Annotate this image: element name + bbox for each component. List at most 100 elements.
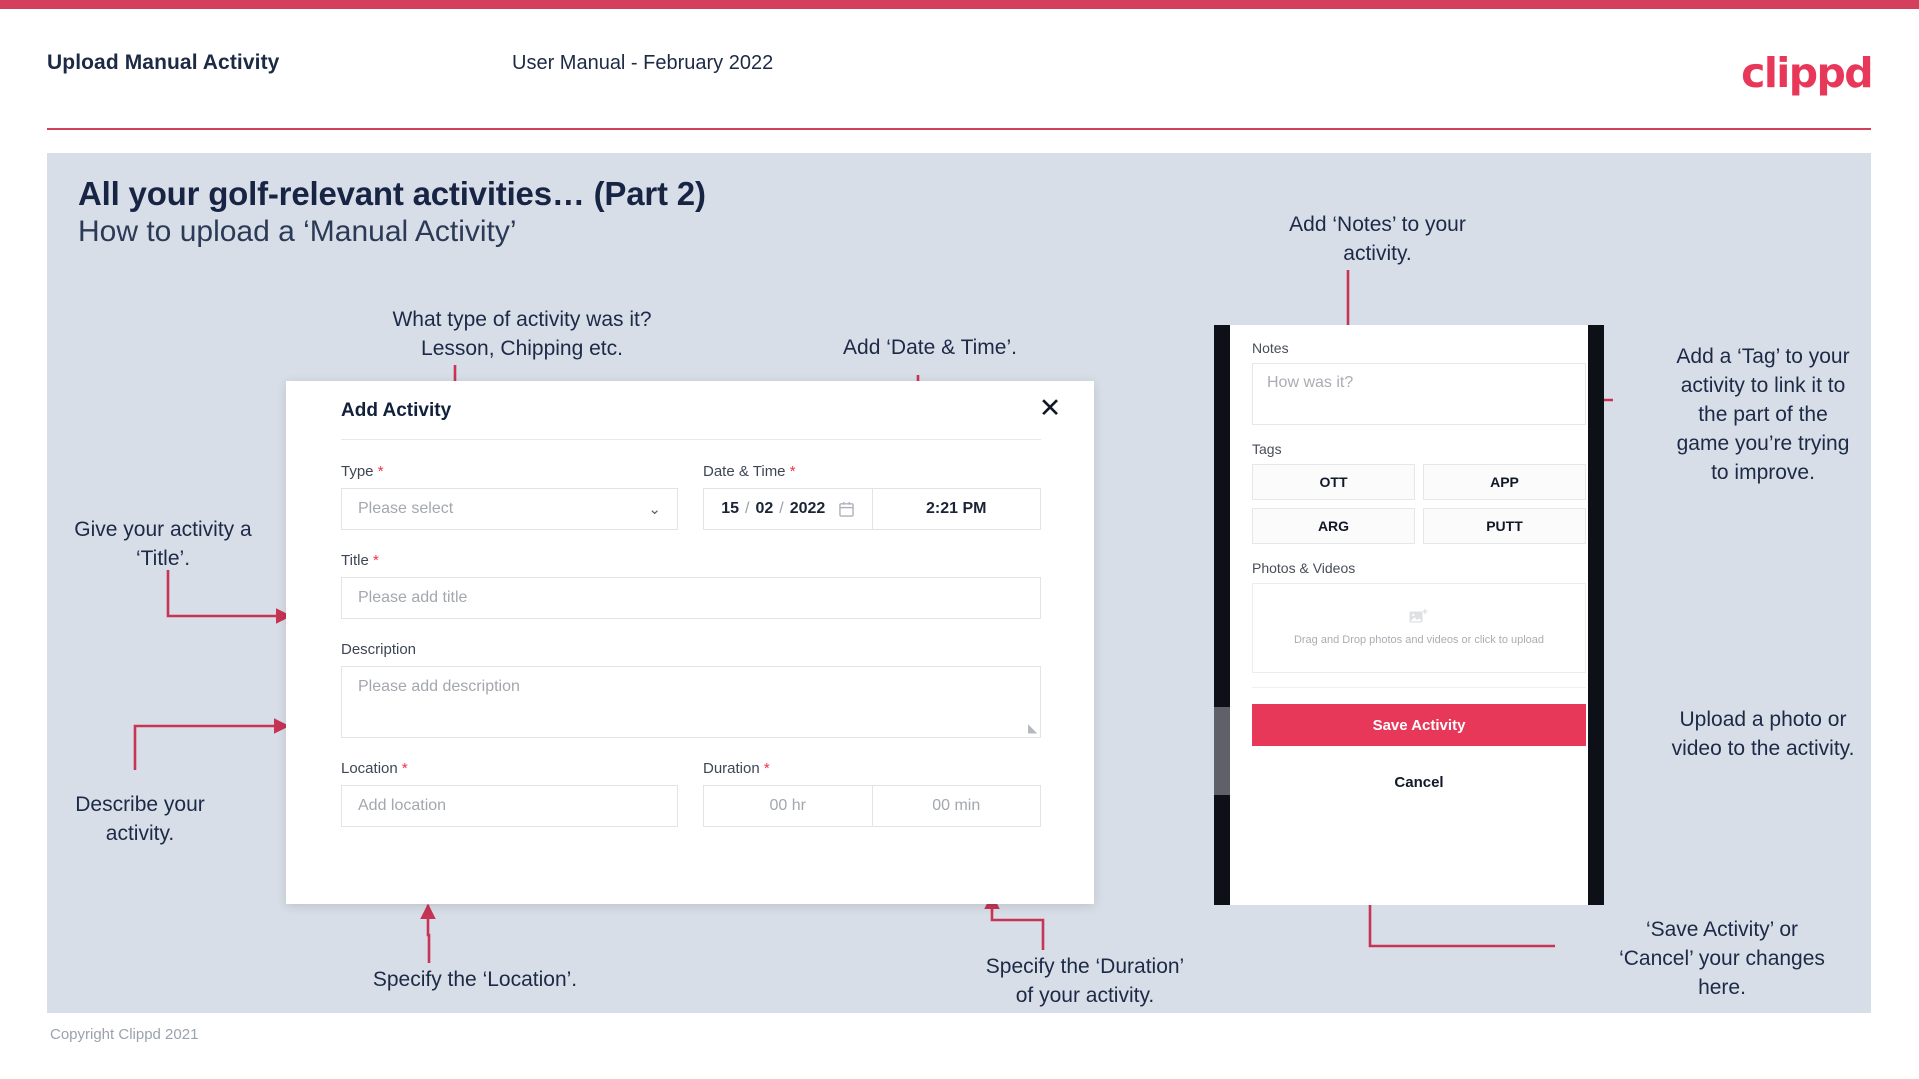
location-input[interactable]: Add location xyxy=(341,785,678,827)
resize-handle-icon[interactable]: ◢ xyxy=(1028,721,1037,735)
phone-divider xyxy=(1252,687,1586,688)
type-field-group: Type * Please select ⌄ xyxy=(341,463,678,530)
type-select[interactable]: Please select ⌄ xyxy=(341,488,678,530)
phone-right-edge xyxy=(1588,325,1604,905)
time-value: 2:21 PM xyxy=(926,500,987,517)
title-input-placeholder: Please add title xyxy=(358,589,468,606)
form-gap-1 xyxy=(341,530,1041,552)
slide-subtitle: How to upload a ‘Manual Activity’ xyxy=(78,215,517,248)
activity-form: Type * Please select ⌄ Date & Time * 15 … xyxy=(341,463,1041,827)
title-label: Title * xyxy=(341,552,1041,569)
page-subtitle: User Manual - February 2022 xyxy=(512,52,774,74)
form-row-type-datetime: Type * Please select ⌄ Date & Time * 15 … xyxy=(341,463,1041,530)
duration-hours-input[interactable]: 00 hr xyxy=(704,786,873,826)
description-placeholder: Please add description xyxy=(358,678,520,695)
dropzone-text: Drag and Drop photos and videos or click… xyxy=(1293,634,1545,646)
cancel-button[interactable]: Cancel xyxy=(1252,774,1586,791)
phone-screen: Notes How was it? Tags OTT APP ARG PUTT … xyxy=(1230,325,1588,905)
tags-label: Tags xyxy=(1252,441,1282,457)
type-label-text: Type xyxy=(341,463,374,480)
tag-button-putt[interactable]: PUTT xyxy=(1423,508,1586,544)
modal-title: Add Activity xyxy=(341,400,452,421)
date-sep-1: / xyxy=(745,500,750,517)
datetime-label: Date & Time * xyxy=(703,463,1041,480)
annotation-upload: Upload a photo or video to the activity. xyxy=(1671,708,1855,760)
duration-input-group: 00 hr 00 min xyxy=(703,785,1041,827)
page-header: Upload Manual Activity User Manual - Feb… xyxy=(0,9,1919,130)
datetime-label-text: Date & Time xyxy=(703,463,786,480)
tag-button-arg[interactable]: ARG xyxy=(1252,508,1415,544)
location-field-group: Location * Add location xyxy=(341,760,678,827)
page-title: Upload Manual Activity xyxy=(47,51,280,74)
annotation-description: Describe your activity. xyxy=(75,793,205,845)
duration-label: Duration * xyxy=(703,760,1041,777)
date-sep-2: / xyxy=(779,500,784,517)
phone-side-button xyxy=(1214,707,1230,795)
date-month: 02 xyxy=(755,500,774,517)
modal-header: Add Activity ✕ xyxy=(286,381,1094,437)
description-field-group: Description Please add description ◢ xyxy=(341,641,1041,738)
annotation-type: What type of activity was it? Lesson, Ch… xyxy=(392,308,652,360)
title-required-marker: * xyxy=(372,552,379,569)
close-icon[interactable]: ✕ xyxy=(1034,393,1066,425)
annotation-title: Give your activity a ‘Title’. xyxy=(74,518,252,570)
notes-textarea[interactable]: How was it? xyxy=(1252,363,1586,425)
datetime-field-group: Date & Time * 15 / 02 / 2022 2:21 PM xyxy=(703,463,1041,530)
annotation-save: ‘Save Activity’ or ‘Cancel’ your changes… xyxy=(1619,918,1825,999)
phone-gap-1 xyxy=(1252,425,1586,441)
phone-mockup: Notes How was it? Tags OTT APP ARG PUTT … xyxy=(1214,325,1604,905)
duration-minutes-placeholder: 00 min xyxy=(932,797,981,814)
annotation-duration: Specify the ‘Duration’ of your activity. xyxy=(985,955,1185,1007)
time-input[interactable]: 2:21 PM xyxy=(873,489,1041,529)
duration-field-group: Duration * 00 hr 00 min xyxy=(703,760,1041,827)
calendar-icon[interactable] xyxy=(839,501,855,517)
description-label-text: Description xyxy=(341,641,417,658)
photos-label: Photos & Videos xyxy=(1252,560,1356,576)
modal-divider xyxy=(341,439,1041,440)
phone-left-edge xyxy=(1214,325,1230,905)
title-input[interactable]: Please add title xyxy=(341,577,1041,619)
date-year: 2022 xyxy=(789,500,826,517)
add-activity-modal: Add Activity ✕ Type * Please select ⌄ Da… xyxy=(286,381,1094,904)
phone-content: Notes How was it? Tags OTT APP ARG PUTT … xyxy=(1252,340,1586,791)
form-gap-3 xyxy=(341,738,1041,760)
description-textarea[interactable]: Please add description ◢ xyxy=(341,666,1041,738)
add-image-icon xyxy=(1409,609,1428,623)
duration-minutes-input[interactable]: 00 min xyxy=(873,786,1041,826)
location-required-marker: * xyxy=(401,760,408,777)
header-divider xyxy=(47,128,1871,130)
date-input[interactable]: 15 / 02 / 2022 xyxy=(704,489,873,529)
datetime-required-marker: * xyxy=(789,463,796,480)
location-label-text: Location xyxy=(341,760,398,777)
clippd-logo: clippd xyxy=(1741,49,1873,97)
annotation-location: Specify the ‘Location’. xyxy=(372,968,578,991)
title-field-group: Title * Please add title xyxy=(341,552,1041,619)
annotation-notes: Add ‘Notes’ to your activity. xyxy=(1289,213,1466,265)
save-activity-button[interactable]: Save Activity xyxy=(1252,704,1586,746)
tag-button-ott[interactable]: OTT xyxy=(1252,464,1415,500)
photo-dropzone[interactable]: Drag and Drop photos and videos or click… xyxy=(1252,583,1586,673)
tag-button-app[interactable]: APP xyxy=(1423,464,1586,500)
copyright-text: Copyright Clippd 2021 xyxy=(50,1026,199,1043)
type-select-placeholder: Please select xyxy=(358,500,454,517)
duration-hours-placeholder: 00 hr xyxy=(769,797,806,814)
slide-title: All your golf-relevant activities… (Part… xyxy=(78,175,706,212)
notes-placeholder: How was it? xyxy=(1267,374,1354,391)
date-day: 15 xyxy=(721,500,739,517)
annotation-tags: Add a ‘Tag’ to your activity to link it … xyxy=(1676,345,1850,484)
title-label-text: Title xyxy=(341,552,369,569)
type-label: Type * xyxy=(341,463,678,480)
duration-label-text: Duration xyxy=(703,760,760,777)
top-accent-bar xyxy=(0,0,1919,9)
form-gap-2 xyxy=(341,619,1041,641)
tags-grid: OTT APP ARG PUTT xyxy=(1252,464,1586,544)
phone-gap-2 xyxy=(1252,544,1586,560)
datetime-input-group: 15 / 02 / 2022 2:21 PM xyxy=(703,488,1041,530)
location-input-placeholder: Add location xyxy=(358,797,447,814)
type-required-marker: * xyxy=(377,463,384,480)
form-row-location-duration: Location * Add location Duration * 00 hr xyxy=(341,760,1041,827)
location-label: Location * xyxy=(341,760,678,777)
chevron-down-icon: ⌄ xyxy=(648,501,661,518)
description-label: Description xyxy=(341,641,1041,658)
annotation-datetime: Add ‘Date & Time’. xyxy=(843,336,1017,359)
